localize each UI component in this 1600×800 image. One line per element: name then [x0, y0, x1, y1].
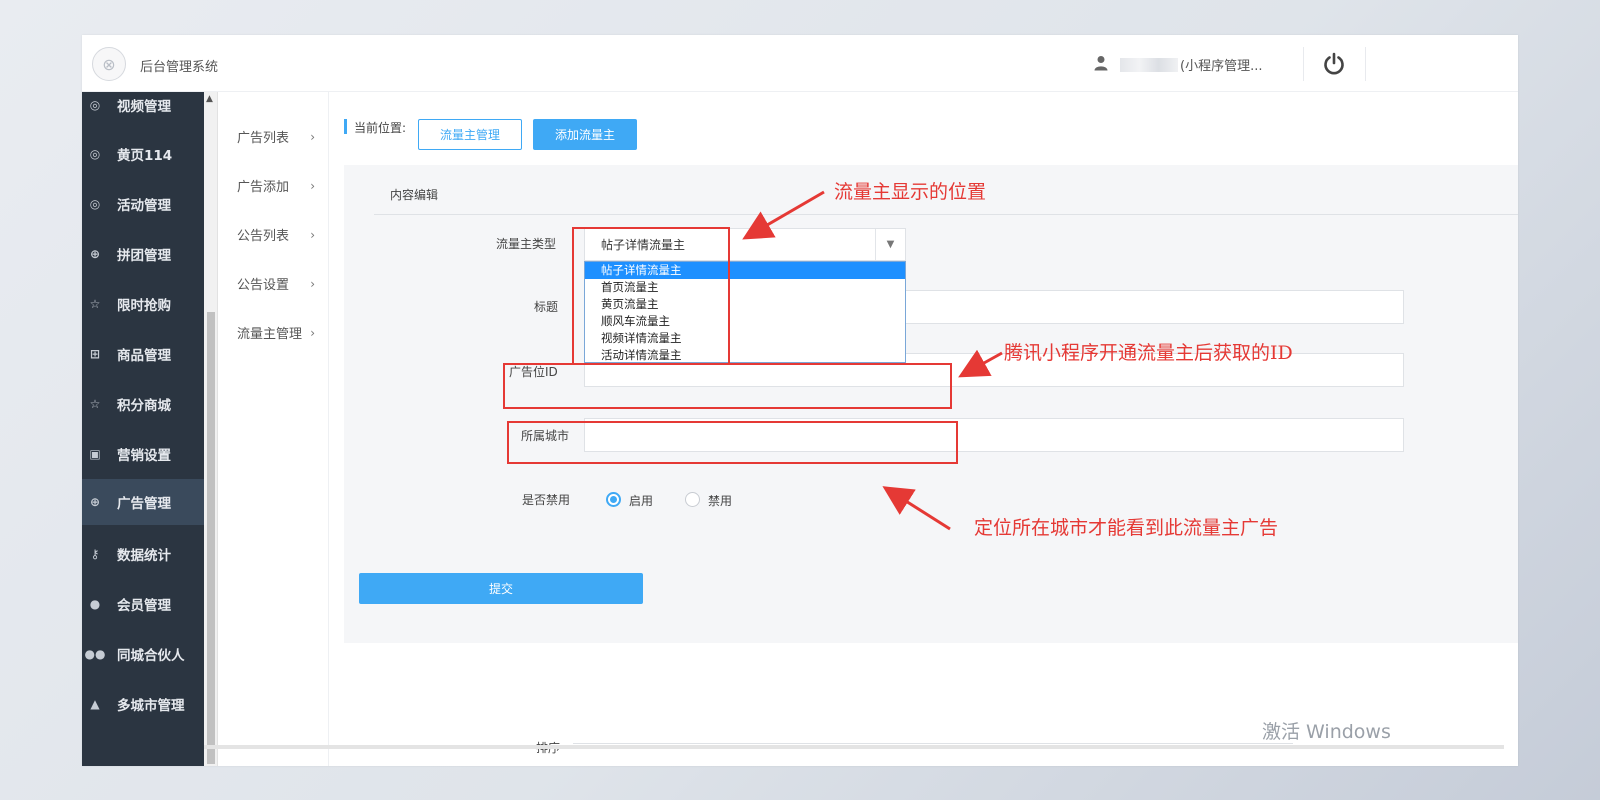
arrow-to-type-select: [742, 190, 825, 240]
annotation-position-note: 流量主显示的位置: [834, 181, 987, 203]
annotation-arrows: [742, 190, 1003, 531]
annotation-city-note: 定位所在城市才能看到此流量主广告: [974, 517, 1279, 539]
annotation-id-note: 腾讯小程序开通流量主后获取的ID: [1004, 342, 1293, 364]
windows-activation-watermark: 激活 Windows: [1262, 721, 1391, 743]
app-window: ⊗ 后台管理系统 (小程序管理... ◎ 视频管理 ◎ 黄页114 ◎ 活动管理…: [82, 35, 1518, 766]
arrow-to-ad-id: [958, 349, 1003, 378]
arrow-to-city: [882, 486, 951, 531]
